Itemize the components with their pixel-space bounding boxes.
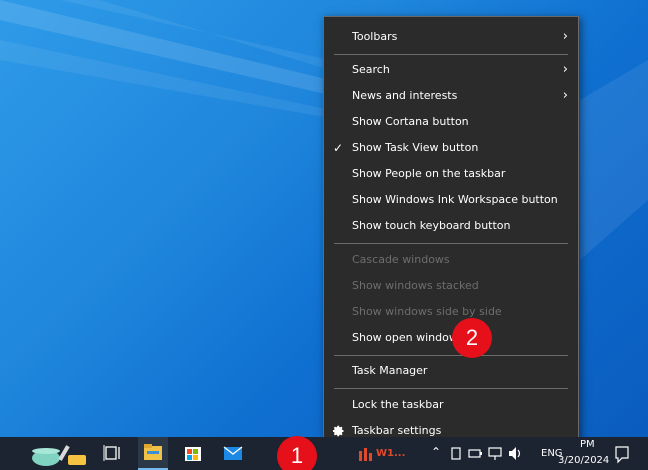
desktop-app-button[interactable] bbox=[28, 437, 92, 470]
running-app-icon bbox=[359, 448, 372, 461]
menu-item-label: Show Cortana button bbox=[352, 115, 469, 128]
menu-item-label: Toolbars bbox=[352, 30, 398, 43]
chevron-up-icon: ⌃ bbox=[431, 445, 442, 459]
network-icon bbox=[488, 447, 502, 460]
menu-item-label: Show open windows bbox=[352, 331, 464, 344]
menu-item-show-people[interactable]: Show People on the taskbar bbox=[324, 161, 578, 187]
menu-item-label: Show touch keyboard button bbox=[352, 219, 511, 232]
taskbar[interactable]: W1... ⌃ ENG PM 3/20/2024 bbox=[0, 437, 648, 470]
action-center-icon bbox=[615, 446, 629, 464]
menu-separator bbox=[334, 388, 568, 389]
menu-item-show-task-view-button[interactable]: ✓ Show Task View button bbox=[324, 135, 578, 161]
volume-icon bbox=[509, 447, 521, 460]
file-explorer-button[interactable] bbox=[138, 437, 168, 470]
battery-icon bbox=[468, 449, 482, 458]
menu-item-show-open-windows[interactable]: Show open windows bbox=[324, 325, 578, 351]
menu-item-lock-the-taskbar[interactable]: Lock the taskbar bbox=[324, 392, 578, 418]
network-button[interactable] bbox=[486, 437, 504, 470]
desktop-app-icon bbox=[32, 445, 86, 466]
mail-icon bbox=[223, 446, 243, 460]
menu-item-search[interactable]: Search › bbox=[324, 57, 578, 83]
menu-item-show-cortana-button[interactable]: Show Cortana button bbox=[324, 109, 578, 135]
tablet-icon bbox=[451, 447, 461, 460]
chevron-right-icon: › bbox=[562, 88, 568, 103]
mail-button[interactable] bbox=[218, 437, 248, 470]
menu-item-label: News and interests bbox=[352, 89, 458, 102]
desktop[interactable]: Toolbars › Search › News and interests ›… bbox=[0, 0, 648, 470]
menu-item-show-touch-keyboard[interactable]: Show touch keyboard button bbox=[324, 213, 578, 239]
clock-time: PM bbox=[580, 439, 595, 450]
task-view-button[interactable] bbox=[98, 437, 126, 470]
microsoft-store-icon bbox=[185, 447, 201, 461]
menu-separator bbox=[334, 243, 568, 244]
menu-item-toolbars[interactable]: Toolbars › bbox=[324, 24, 578, 50]
clock[interactable]: PM 3/20/2024 bbox=[558, 437, 612, 470]
callout-step-2: 2 bbox=[452, 318, 492, 358]
action-center-button[interactable] bbox=[612, 437, 632, 470]
taskbar-context-menu: Toolbars › Search › News and interests ›… bbox=[323, 16, 579, 451]
task-view-icon bbox=[103, 445, 120, 461]
battery-button[interactable] bbox=[466, 437, 484, 470]
menu-item-label: Cascade windows bbox=[352, 253, 450, 266]
menu-item-task-manager[interactable]: Task Manager bbox=[324, 358, 578, 384]
menu-item-label: Show People on the taskbar bbox=[352, 167, 506, 180]
menu-item-show-windows-ink-workspace[interactable]: Show Windows Ink Workspace button bbox=[324, 187, 578, 213]
menu-item-label: Show windows stacked bbox=[352, 279, 479, 292]
menu-item-label: Show Windows Ink Workspace button bbox=[352, 193, 558, 206]
menu-separator bbox=[334, 54, 568, 55]
gear-icon bbox=[333, 425, 344, 437]
clock-date: 3/20/2024 bbox=[558, 455, 610, 466]
file-explorer-icon bbox=[144, 444, 162, 460]
checkmark-icon: ✓ bbox=[333, 141, 344, 155]
show-hidden-icons-button[interactable]: ⌃ bbox=[426, 437, 446, 470]
menu-item-news-and-interests[interactable]: News and interests › bbox=[324, 83, 578, 109]
menu-item-label: Search bbox=[352, 63, 390, 76]
menu-item-show-windows-stacked: Show windows stacked bbox=[324, 273, 578, 299]
chevron-right-icon: › bbox=[562, 29, 568, 44]
running-app-button[interactable]: W1... bbox=[352, 437, 412, 470]
volume-button[interactable] bbox=[506, 437, 524, 470]
callout-step-1: 1 bbox=[277, 436, 317, 470]
menu-item-cascade-windows: Cascade windows bbox=[324, 247, 578, 273]
menu-item-label: Show Task View button bbox=[352, 141, 479, 154]
menu-separator bbox=[334, 355, 568, 356]
running-app-label: W1... bbox=[376, 448, 406, 459]
menu-item-label: Task Manager bbox=[352, 364, 428, 377]
tablet-icon-button[interactable] bbox=[448, 437, 464, 470]
menu-item-label: Lock the taskbar bbox=[352, 398, 444, 411]
menu-item-show-windows-side-by-side: Show windows side by side bbox=[324, 299, 578, 325]
microsoft-store-button[interactable] bbox=[178, 437, 208, 470]
chevron-right-icon: › bbox=[562, 62, 568, 77]
